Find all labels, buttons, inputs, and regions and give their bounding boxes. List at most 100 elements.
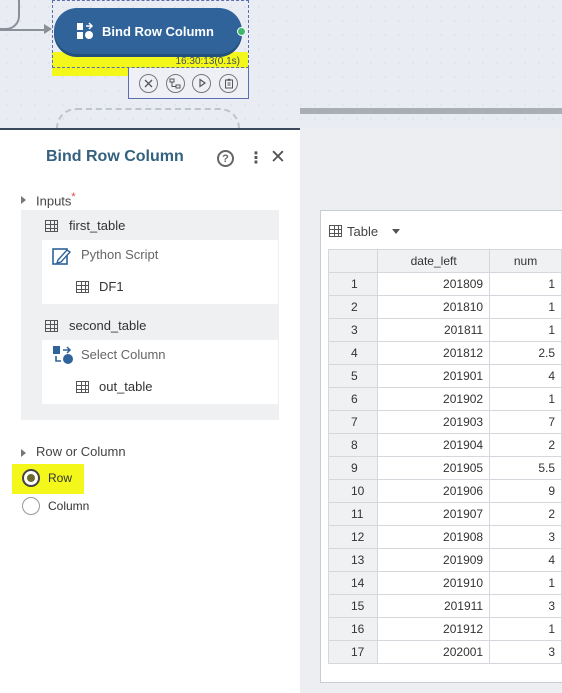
row-index-cell: 11 — [327, 502, 379, 526]
bind-node-icon — [76, 22, 94, 40]
table-row[interactable]: 5 201901 4 — [327, 364, 562, 388]
date-left-cell: 201912 — [377, 617, 491, 641]
date-left-cell: 201909 — [377, 548, 491, 572]
row-radio-label[interactable]: Row — [48, 471, 72, 485]
row-index-cell: 7 — [327, 410, 379, 434]
table-row[interactable]: 17 202001 3 — [327, 640, 562, 664]
date-left-cell: 201809 — [377, 272, 491, 296]
num-cell: 1 — [489, 571, 562, 595]
column-header[interactable]: date_left — [377, 249, 491, 273]
output-area: Table date_left num 1 201809 1 2 201810 1 3 201… — [300, 128, 562, 693]
panel-title: Bind Row Column — [46, 148, 184, 165]
help-icon[interactable]: ? — [217, 150, 234, 167]
row-index-cell: 4 — [327, 341, 379, 365]
date-left-cell: 201910 — [377, 571, 491, 595]
clipboard-icon[interactable] — [219, 73, 239, 93]
date-left-cell: 201911 — [377, 594, 491, 618]
table-icon — [76, 381, 89, 393]
row-index-cell: 2 — [327, 295, 379, 319]
table-row[interactable]: 1 201809 1 — [327, 272, 562, 296]
table-row[interactable]: 11 201907 2 — [327, 502, 562, 526]
num-cell: 4 — [489, 548, 562, 572]
row-index-cell: 5 — [327, 364, 379, 388]
table-row[interactable]: 8 201904 2 — [327, 433, 562, 457]
table-row[interactable]: 15 201911 3 — [327, 594, 562, 618]
source-type: Select Column — [81, 347, 166, 362]
row-index-cell: 13 — [327, 548, 379, 572]
date-left-cell: 201903 — [377, 410, 491, 434]
column-radio[interactable] — [22, 497, 40, 515]
table-body: 1 201809 1 2 201810 1 3 201811 1 4 201812 2.5 5 20190… — [327, 272, 562, 664]
row-index-cell: 1 — [327, 272, 379, 296]
row-radio[interactable] — [22, 469, 40, 487]
date-left-cell: 201811 — [377, 318, 491, 342]
chevron-right-icon[interactable] — [21, 196, 26, 204]
num-cell: 1 — [489, 272, 562, 296]
date-left-cell: 202001 — [377, 640, 491, 664]
date-left-cell: 201906 — [377, 479, 491, 503]
workflow-canvas[interactable]: Bind Row Column 16:30:13(0.1s) — [0, 0, 562, 148]
column-radio-label[interactable]: Column — [48, 499, 89, 513]
date-left-cell: 201904 — [377, 433, 491, 457]
table-row[interactable]: 10 201906 9 — [327, 479, 562, 503]
num-cell: 1 — [489, 617, 562, 641]
column-header[interactable]: num — [489, 249, 562, 273]
output-port[interactable] — [237, 27, 246, 36]
row-index-cell: 3 — [327, 318, 379, 342]
num-cell: 3 — [489, 640, 562, 664]
input-name: first_table — [69, 218, 126, 233]
table-row[interactable]: 16 201912 1 — [327, 617, 562, 641]
chevron-right-icon[interactable] — [21, 449, 26, 457]
close-icon[interactable]: ✕ — [270, 146, 286, 169]
inputs-list: first_table Python Script DF1 second_tab… — [21, 210, 279, 420]
num-cell: 3 — [489, 594, 562, 618]
num-cell: 1 — [489, 387, 562, 411]
table-row[interactable]: 2 201810 1 — [327, 295, 562, 319]
num-cell: 4 — [489, 364, 562, 388]
table-row[interactable]: 13 201909 4 — [327, 548, 562, 572]
data-table: date_left num 1 201809 1 2 201810 1 3 201811 1 4 2… — [327, 249, 562, 664]
num-cell: 2 — [489, 502, 562, 526]
stop-icon[interactable] — [138, 73, 158, 93]
date-left-cell: 201905 — [377, 456, 491, 480]
view-selector[interactable]: Table — [329, 222, 401, 240]
node-action-bar — [128, 68, 249, 99]
bind-row-column-node[interactable]: Bind Row Column — [54, 8, 246, 54]
num-cell: 1 — [489, 295, 562, 319]
select-column-icon — [52, 345, 74, 370]
execution-time: 16:30:13(0.1s) — [175, 56, 241, 67]
row-index-cell: 8 — [327, 433, 379, 457]
date-left-cell: 201901 — [377, 364, 491, 388]
row-index-cell: 6 — [327, 387, 379, 411]
play-icon[interactable] — [192, 73, 212, 93]
branch-icon[interactable] — [165, 73, 185, 93]
source-type: Python Script — [81, 247, 159, 262]
date-left-cell: 201908 — [377, 525, 491, 549]
connector-line-horizontal — [0, 28, 46, 31]
table-row[interactable]: 12 201908 3 — [327, 525, 562, 549]
inputs-section-label[interactable]: Inputs* — [36, 191, 76, 208]
table-icon — [329, 225, 342, 237]
node-title: Bind Row Column — [102, 23, 214, 39]
num-cell: 2.5 — [489, 341, 562, 365]
table-row[interactable]: 14 201910 1 — [327, 571, 562, 595]
table-icon — [45, 320, 58, 332]
connector-arrow-icon — [44, 24, 52, 34]
column-header[interactable] — [327, 249, 379, 273]
python-script-icon — [52, 246, 72, 271]
row-or-column-label[interactable]: Row or Column — [36, 444, 126, 459]
table-row[interactable]: 3 201811 1 — [327, 318, 562, 342]
date-left-cell: 201902 — [377, 387, 491, 411]
table-row[interactable]: 7 201903 7 — [327, 410, 562, 434]
row-index-cell: 15 — [327, 594, 379, 618]
input-source-card: Python Script DF1 — [42, 240, 278, 304]
table-row[interactable]: 9 201905 5.5 — [327, 456, 562, 480]
input-source-card: Select Column out_table — [42, 340, 278, 404]
more-options-icon[interactable]: ⋮ — [248, 148, 264, 168]
table-row[interactable]: 4 201812 2.5 — [327, 341, 562, 365]
row-index-cell: 16 — [327, 617, 379, 641]
canvas-scrollbar[interactable] — [300, 108, 562, 114]
num-cell: 5.5 — [489, 456, 562, 480]
row-index-cell: 9 — [327, 456, 379, 480]
table-row[interactable]: 6 201902 1 — [327, 387, 562, 411]
